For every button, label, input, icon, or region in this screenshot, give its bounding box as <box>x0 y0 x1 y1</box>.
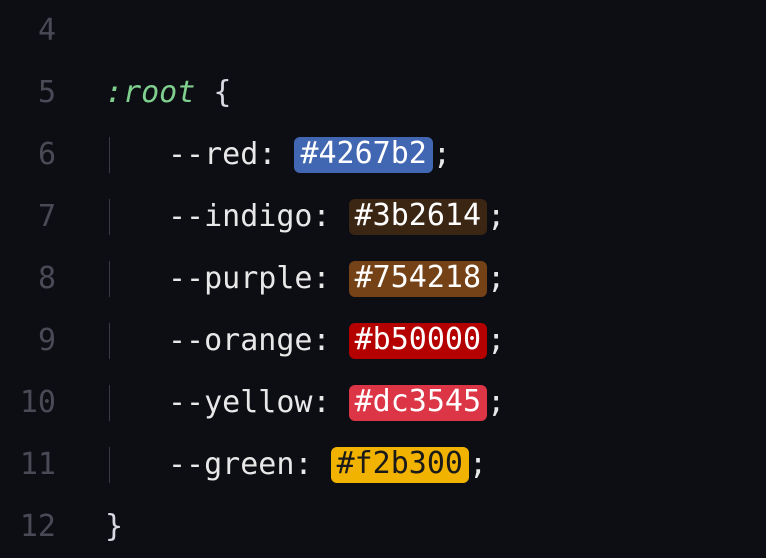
css-property: --green <box>168 450 294 480</box>
semicolon: ; <box>469 450 487 480</box>
colon: : <box>294 450 330 480</box>
colon: : <box>258 140 294 170</box>
color-swatch[interactable]: #f2b300 <box>331 447 469 483</box>
brace-close: } <box>105 512 123 542</box>
color-swatch[interactable]: #3b2614 <box>349 199 487 235</box>
color-swatch[interactable]: #b50000 <box>349 323 487 359</box>
code-line[interactable]: 5 :root { <box>0 62 766 124</box>
code-line[interactable]: 12 } <box>0 496 766 558</box>
code-line[interactable]: 11 --green: #f2b300; <box>0 434 766 496</box>
line-number: 4 <box>0 16 70 46</box>
line-number: 7 <box>0 202 70 232</box>
line-number: 11 <box>0 450 70 480</box>
indent-guide <box>109 447 110 483</box>
code-line[interactable]: 10 --yellow: #dc3545; <box>0 372 766 434</box>
colon: : <box>313 264 349 294</box>
line-number: 8 <box>0 264 70 294</box>
indent-guide <box>109 199 110 235</box>
brace-open: { <box>213 78 231 108</box>
selector-name: root <box>123 78 195 108</box>
line-number: 12 <box>0 512 70 542</box>
indent-guide <box>109 137 110 173</box>
code-line[interactable]: 8 --purple: #754218; <box>0 248 766 310</box>
code-line[interactable]: 4 <box>0 0 766 62</box>
css-property: --indigo <box>168 202 313 232</box>
css-property: --orange <box>168 326 313 356</box>
semicolon: ; <box>487 202 505 232</box>
line-number: 10 <box>0 388 70 418</box>
semicolon: ; <box>487 388 505 418</box>
css-property: --purple <box>168 264 313 294</box>
color-swatch[interactable]: #754218 <box>349 261 487 297</box>
indent-guide <box>109 385 110 421</box>
indent-guide <box>109 323 110 359</box>
css-property: --yellow <box>168 388 313 418</box>
color-swatch[interactable]: #4267b2 <box>294 137 432 173</box>
selector-colon: : <box>105 78 123 108</box>
code-line[interactable]: 6 --red: #4267b2; <box>0 124 766 186</box>
line-number: 9 <box>0 326 70 356</box>
line-number: 5 <box>0 78 70 108</box>
semicolon: ; <box>433 140 451 170</box>
code-line[interactable]: 7 --indigo: #3b2614; <box>0 186 766 248</box>
code-line[interactable]: 9 --orange: #b50000; <box>0 310 766 372</box>
indent-guide <box>109 261 110 297</box>
colon: : <box>313 388 349 418</box>
color-swatch[interactable]: #dc3545 <box>349 385 487 421</box>
colon: : <box>313 326 349 356</box>
code-editor[interactable]: 4 5 :root { 6--red: #4267b2;7--indigo: #… <box>0 0 766 558</box>
colon: : <box>313 202 349 232</box>
semicolon: ; <box>487 264 505 294</box>
css-property: --red <box>168 140 258 170</box>
semicolon: ; <box>487 326 505 356</box>
line-number: 6 <box>0 140 70 170</box>
